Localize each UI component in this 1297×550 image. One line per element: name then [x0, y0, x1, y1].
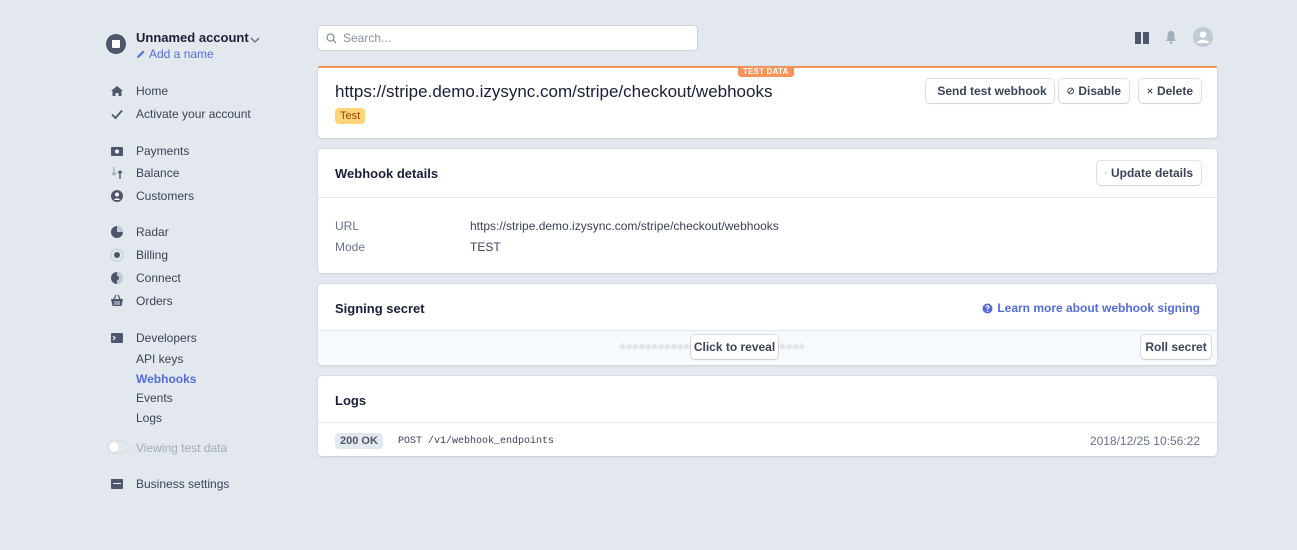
- signing-secret-title: Signing secret: [335, 301, 425, 316]
- update-details-button[interactable]: Update details: [1097, 161, 1201, 185]
- delete-button[interactable]: Delete: [1139, 79, 1201, 103]
- sidebar-item-label: Connect: [136, 271, 181, 285]
- sidebar-item-customers[interactable]: Customers: [110, 188, 194, 204]
- logs-card: Logs 200 OK POST /v1/webhook_endpoints 2…: [318, 376, 1217, 456]
- log-request: POST /v1/webhook_endpoints: [398, 436, 555, 447]
- payments-icon: [110, 144, 124, 158]
- sidebar-item-label: Radar: [136, 225, 169, 239]
- home-icon: [110, 84, 124, 98]
- test-data-toggle-label: Viewing test data: [136, 441, 228, 455]
- sidebar-item-label: Home: [136, 84, 169, 98]
- sidebar-item-business-settings[interactable]: Business settings: [110, 476, 229, 492]
- sidebar-item-label: Balance: [136, 166, 180, 180]
- delete-label: Delete: [1156, 84, 1193, 98]
- sidebar-item-label: Activate your account: [136, 107, 251, 121]
- sidebar-subitem-api-keys[interactable]: API keys: [136, 352, 183, 366]
- sidebar-item-orders[interactable]: Orders: [110, 293, 173, 309]
- test-data-toggle[interactable]: [107, 440, 129, 454]
- billing-icon: [110, 248, 124, 262]
- sidebar-item-label: Orders: [136, 294, 173, 308]
- url-key: URL: [335, 219, 360, 233]
- logs-title: Logs: [335, 393, 367, 408]
- send-test-webhook-button[interactable]: Send test webhook: [926, 79, 1054, 103]
- disable-button[interactable]: Disable: [1059, 79, 1129, 103]
- send-test-webhook-label: Send test webhook: [937, 84, 1047, 98]
- pencil-icon: [137, 50, 145, 58]
- sidebar-item-home[interactable]: Home: [110, 83, 168, 99]
- click-to-reveal-label: Click to reveal: [693, 340, 776, 354]
- log-timestamp: 2018/12/25 10:56:22: [1089, 434, 1200, 448]
- signing-secret-card: Signing secret Learn more about webhook …: [318, 284, 1217, 365]
- add-name-label: Add a name: [149, 47, 214, 61]
- sidebar-item-payments[interactable]: Payments: [110, 143, 189, 159]
- mode-key: Mode: [335, 240, 366, 254]
- mode-badge: Test: [335, 108, 366, 124]
- sidebar-item-activate[interactable]: Activate your account: [110, 106, 251, 122]
- webhook-details-card: Webhook details Update details URL https…: [318, 149, 1217, 273]
- sidebar-item-billing[interactable]: Billing: [110, 247, 168, 263]
- user-avatar-icon[interactable]: [1192, 26, 1214, 48]
- sidebar-subitem-events[interactable]: Events: [136, 391, 173, 405]
- sidebar-item-label: Billing: [136, 248, 169, 262]
- close-icon: [1147, 88, 1153, 94]
- sidebar-item-label: Developers: [136, 331, 197, 345]
- sidebar-item-label: Customers: [136, 189, 195, 203]
- sidebar-subitem-webhooks[interactable]: Webhooks: [136, 372, 196, 386]
- add-name-link[interactable]: Add a name: [136, 47, 214, 61]
- account-name[interactable]: Unnamed account: [136, 30, 249, 45]
- search-box[interactable]: [318, 26, 697, 50]
- roll-secret-label: Roll secret: [1145, 340, 1207, 354]
- learn-more-link[interactable]: Learn more about webhook signing: [982, 301, 1200, 315]
- sidebar-item-balance[interactable]: Balance: [110, 165, 179, 181]
- developers-icon: [110, 331, 124, 345]
- divider: [318, 422, 1217, 423]
- pencil-icon: [1105, 172, 1107, 174]
- divider: [318, 197, 1217, 198]
- chevron-down-icon[interactable]: [249, 36, 261, 44]
- webhook-details-title: Webhook details: [335, 166, 439, 181]
- learn-more-label: Learn more about webhook signing: [997, 301, 1200, 315]
- sidebar-item-label: Payments: [136, 144, 190, 158]
- sidebar-item-label: Business settings: [136, 477, 230, 491]
- store-icon: [112, 40, 120, 48]
- sidebar-item-connect[interactable]: Connect: [110, 270, 181, 286]
- account-avatar[interactable]: [106, 34, 126, 54]
- connect-icon: [110, 271, 124, 285]
- balance-icon: [110, 166, 124, 180]
- sidebar-item-developers[interactable]: Developers: [110, 330, 197, 346]
- toggle-knob: [109, 442, 119, 452]
- test-data-tag: TEST DATA: [738, 66, 794, 77]
- book-icon[interactable]: [1135, 32, 1149, 44]
- sidebar-item-radar[interactable]: Radar: [110, 224, 169, 240]
- help-icon: [982, 303, 993, 313]
- check-icon: [110, 107, 124, 121]
- secret-row: ●●●●●●●●●●●●●●●●●●●●●●●●●●●●● Click to r…: [318, 330, 1217, 362]
- bell-icon[interactable]: [1165, 30, 1177, 44]
- search-input[interactable]: [343, 31, 683, 45]
- orders-icon: [110, 294, 124, 308]
- disable-label: Disable: [1078, 84, 1121, 98]
- roll-secret-button[interactable]: Roll secret: [1141, 335, 1211, 359]
- customers-icon: [110, 189, 124, 203]
- click-to-reveal-button[interactable]: Click to reveal: [691, 335, 778, 359]
- log-status-badge: 200 OK: [335, 433, 383, 449]
- radar-icon: [110, 225, 124, 239]
- endpoint-url-title: https://stripe.demo.izysync.com/stripe/c…: [335, 82, 773, 101]
- disable-icon: [1067, 87, 1075, 95]
- sidebar-subitem-logs[interactable]: Logs: [136, 411, 162, 425]
- search-icon: [326, 32, 337, 43]
- business-settings-icon: [110, 477, 124, 491]
- mode-value: TEST: [470, 240, 501, 254]
- update-details-label: Update details: [1110, 166, 1193, 180]
- url-value: https://stripe.demo.izysync.com/stripe/c…: [470, 219, 779, 233]
